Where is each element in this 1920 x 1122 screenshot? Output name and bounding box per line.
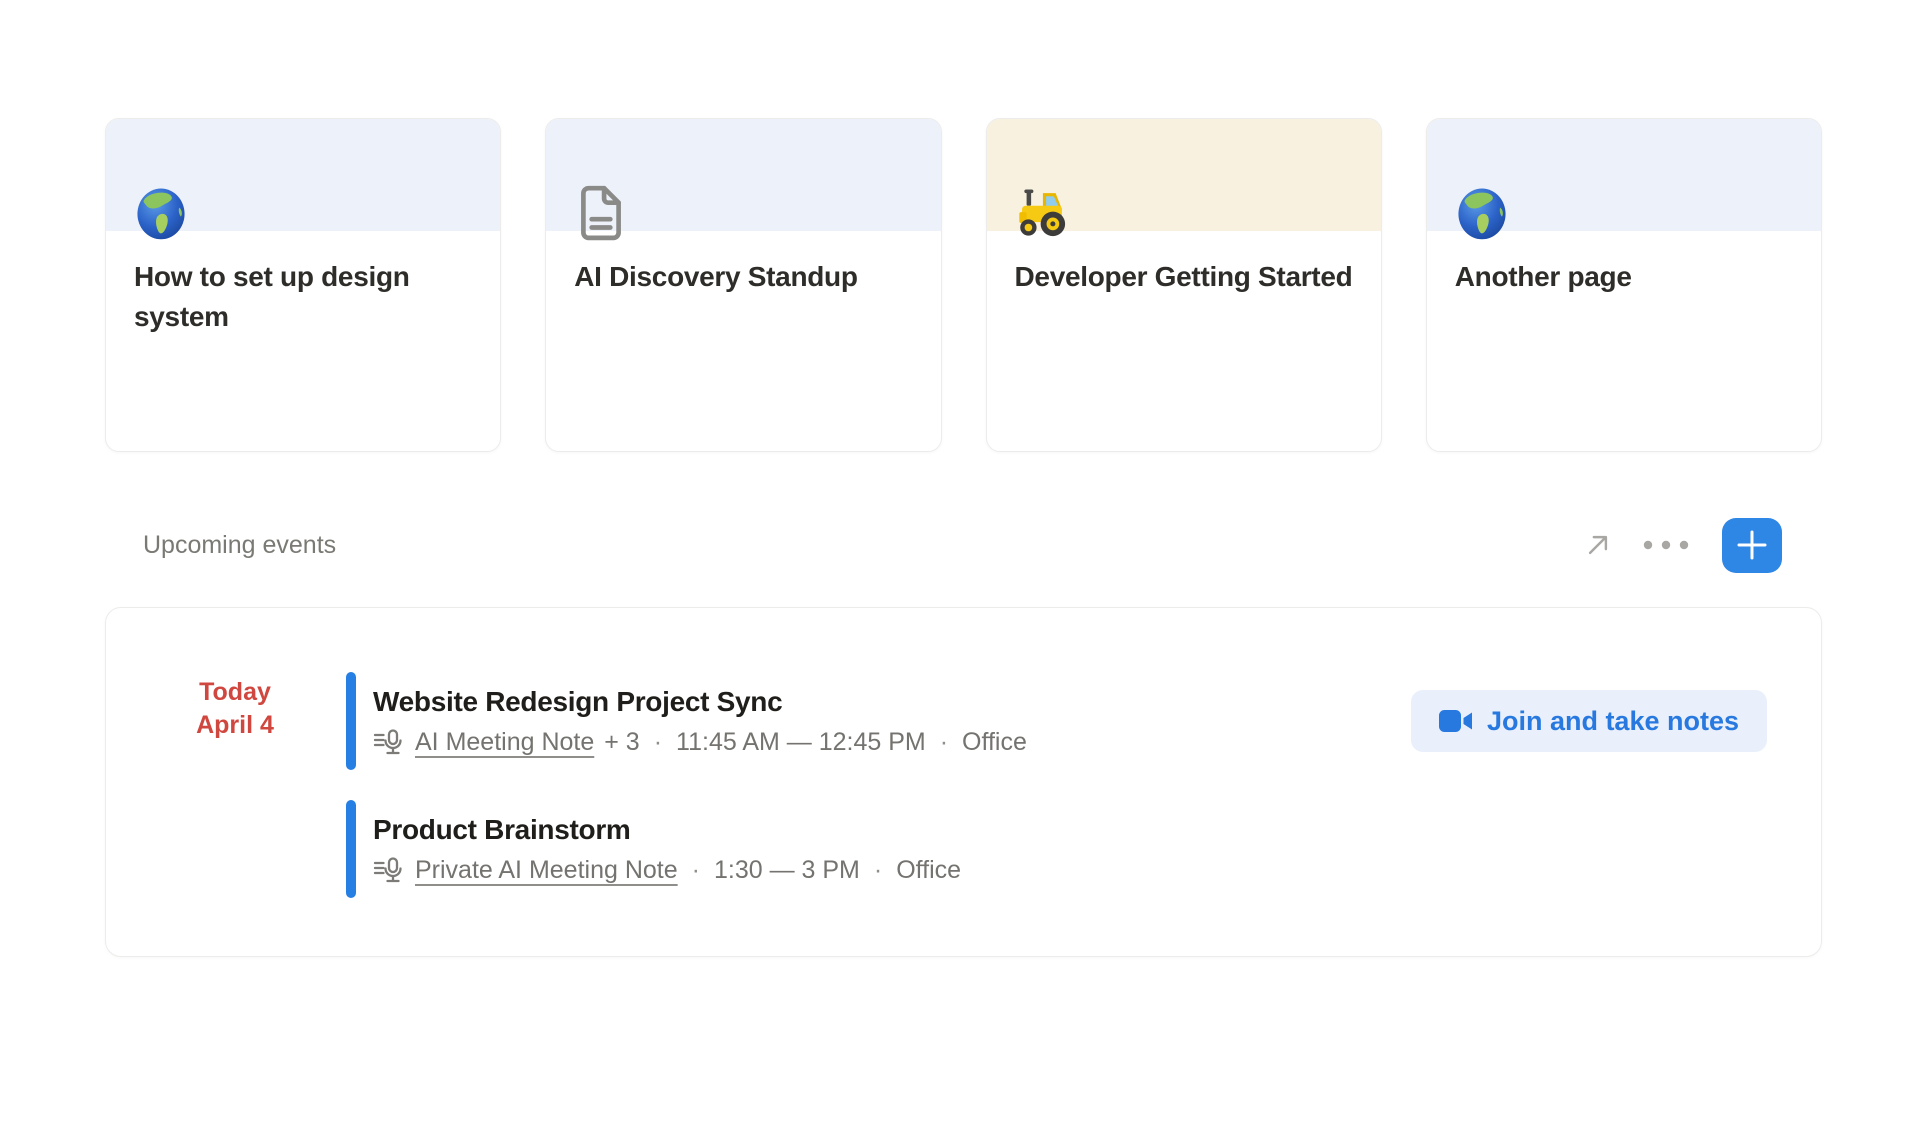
event-meta: Private AI Meeting Note · 1:30 — 3 PM · … [373, 856, 961, 885]
page-card-ai-discovery-standup[interactable]: AI Discovery Standup [545, 118, 941, 452]
card-title: AI Discovery Standup [546, 257, 940, 297]
card-title: How to set up design system [106, 257, 500, 337]
card-title: Developer Getting Started [987, 257, 1381, 297]
section-title: Upcoming events [143, 531, 336, 560]
meeting-note-link[interactable]: Private AI Meeting Note [415, 856, 678, 885]
event-time: 11:45 AM — 12:45 PM [676, 728, 926, 757]
dot-separator: · [654, 728, 662, 757]
more-icon[interactable] [1642, 531, 1690, 559]
event-accent-bar [346, 672, 356, 770]
ai-meeting-note-icon [373, 728, 403, 756]
ai-meeting-note-icon [373, 856, 403, 884]
attendee-count: + 3 [604, 728, 639, 757]
dot-separator: · [874, 856, 882, 885]
open-arrow-icon[interactable] [1584, 531, 1612, 559]
event-location: Office [896, 856, 961, 885]
globe-icon [131, 183, 191, 243]
event-date-label: Today [154, 676, 316, 709]
meeting-note-link[interactable]: AI Meeting Note [415, 728, 594, 757]
event-content: Website Redesign Project Sync [373, 672, 1027, 770]
event-location: Office [962, 728, 1027, 757]
page-card-another-page[interactable]: Another page [1426, 118, 1822, 452]
dashboard: How to set up design system AI Discovery… [105, 118, 1822, 957]
tractor-icon [1012, 183, 1072, 243]
event-row-website-redesign[interactable]: Website Redesign Project Sync [346, 672, 1767, 770]
join-and-take-notes-button[interactable]: Join and take notes [1411, 690, 1767, 752]
upcoming-events-header: Upcoming events [105, 515, 1822, 575]
join-button-label: Join and take notes [1487, 706, 1739, 737]
page-cards-row: How to set up design system AI Discovery… [105, 118, 1822, 452]
event-accent-bar [346, 800, 356, 898]
event-meta: AI Meeting Note + 3 · 11:45 AM — 12:45 P… [373, 728, 1027, 757]
dot-separator: · [692, 856, 700, 885]
event-date-value: April 4 [154, 709, 316, 742]
event-title: Website Redesign Project Sync [373, 686, 1027, 718]
page-card-design-system[interactable]: How to set up design system [105, 118, 501, 452]
event-content: Product Brainstorm [373, 800, 961, 898]
event-row-product-brainstorm[interactable]: Product Brainstorm [346, 800, 1767, 898]
upcoming-events-card: Today April 4 Website Redesign Project S… [105, 607, 1822, 957]
page-card-developer-getting-started[interactable]: Developer Getting Started [986, 118, 1382, 452]
card-title: Another page [1427, 257, 1821, 297]
event-date: Today April 4 [154, 672, 316, 898]
plus-icon[interactable] [1722, 518, 1782, 573]
events-list: Website Redesign Project Sync [346, 672, 1767, 898]
globe-icon [1452, 183, 1512, 243]
document-icon [571, 183, 631, 243]
event-title: Product Brainstorm [373, 814, 961, 846]
video-camera-icon [1439, 709, 1473, 733]
dot-separator: · [940, 728, 948, 757]
event-time: 1:30 — 3 PM [714, 856, 860, 885]
section-actions [1584, 518, 1782, 573]
